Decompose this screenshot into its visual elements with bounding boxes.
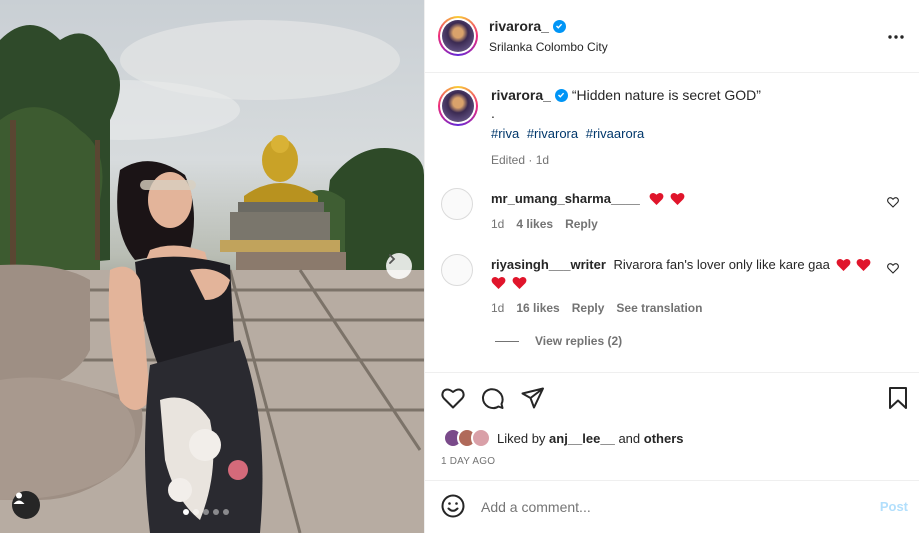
carousel-dot bbox=[183, 509, 189, 515]
more-options-button[interactable] bbox=[887, 28, 905, 43]
verified-icon bbox=[554, 88, 568, 102]
smiley-icon bbox=[441, 494, 465, 517]
red-heart-emoji bbox=[491, 276, 506, 289]
emoji-picker-button[interactable] bbox=[441, 494, 465, 521]
commenter-avatar[interactable] bbox=[441, 188, 473, 220]
post-photo bbox=[0, 20, 424, 533]
author-username[interactable]: rivarora_ bbox=[489, 18, 566, 34]
comment-time[interactable]: 1d bbox=[491, 217, 504, 231]
share-button[interactable] bbox=[521, 387, 545, 414]
like-button[interactable] bbox=[441, 387, 465, 414]
comment-likes[interactable]: 4 likes bbox=[516, 217, 553, 231]
likes-and-label: and bbox=[614, 430, 644, 446]
red-heart-emoji bbox=[512, 276, 527, 289]
comment-item: riyasingh___writer Rivarora fan's lover … bbox=[441, 254, 911, 315]
post-caption: rivarora_ “Hidden nature is secret GOD” … bbox=[438, 86, 891, 167]
next-slide-button[interactable] bbox=[386, 253, 412, 279]
carousel-dot bbox=[213, 509, 219, 515]
caption-hashtags: #riva #rivarora #rivaarora bbox=[491, 126, 891, 141]
view-replies-button[interactable]: View replies (2) bbox=[495, 334, 622, 348]
see-translation-button[interactable]: See translation bbox=[616, 301, 702, 315]
like-comment-button[interactable] bbox=[887, 262, 899, 277]
post-header: rivarora_ Srilanka Colombo City bbox=[425, 0, 919, 73]
liked-by-user-link[interactable]: anj__lee__ bbox=[549, 431, 615, 446]
liker-avatar[interactable] bbox=[471, 428, 491, 448]
likes-summary: Liked by anj__lee__ and others bbox=[443, 428, 683, 448]
comment-likes[interactable]: 16 likes bbox=[516, 301, 559, 315]
like-comment-button[interactable] bbox=[887, 196, 899, 211]
hashtag-link[interactable]: #riva bbox=[491, 126, 519, 141]
caption-text: “Hidden nature is secret GOD” bbox=[571, 87, 761, 103]
liked-by-label: Liked by bbox=[497, 430, 550, 446]
commenter-username[interactable]: riyasingh___writer bbox=[491, 257, 606, 272]
author-avatar[interactable] bbox=[438, 16, 478, 56]
edited-timestamp: Edited · 1d bbox=[491, 153, 550, 167]
tagged-users-button[interactable] bbox=[12, 491, 40, 519]
hashtag-link[interactable]: #rivarora bbox=[527, 126, 578, 141]
post-actions: Liked by anj__lee__ and others 1 DAY AGO bbox=[425, 372, 919, 480]
caption-dot: . bbox=[491, 105, 495, 121]
red-heart-emoji bbox=[670, 192, 685, 205]
caption-username-text[interactable]: rivarora_ bbox=[491, 86, 551, 104]
hashtag-link[interactable]: #rivaarora bbox=[586, 126, 645, 141]
chevron-right-icon bbox=[389, 254, 396, 264]
reply-button[interactable]: Reply bbox=[565, 217, 598, 231]
comment-button[interactable] bbox=[481, 387, 505, 414]
liked-by-others-link[interactable]: others bbox=[644, 431, 684, 446]
save-button[interactable] bbox=[888, 387, 908, 412]
reply-button[interactable]: Reply bbox=[572, 301, 605, 315]
caption-avatar[interactable] bbox=[438, 86, 478, 126]
post-comment-button[interactable]: Post bbox=[880, 499, 908, 514]
carousel-dot bbox=[203, 509, 209, 515]
comment-text: Rivarora fan's lover only like kare gaa bbox=[613, 257, 830, 272]
red-heart-emoji bbox=[856, 258, 871, 271]
heart-outline-icon bbox=[887, 263, 899, 274]
comment-input[interactable] bbox=[481, 499, 919, 515]
send-icon bbox=[521, 387, 544, 409]
commenter-avatar[interactable] bbox=[441, 254, 473, 286]
carousel-dot bbox=[223, 509, 229, 515]
verified-icon bbox=[552, 19, 566, 33]
commenter-username[interactable]: mr_umang_sharma____ bbox=[491, 191, 640, 206]
user-icon bbox=[13, 492, 25, 504]
post-detail-panel: rivarora_ Srilanka Colombo City rivarora… bbox=[424, 0, 919, 533]
heart-icon bbox=[441, 388, 465, 409]
red-heart-emoji bbox=[650, 192, 664, 205]
add-comment-bar: Post bbox=[425, 480, 919, 533]
post-media[interactable] bbox=[0, 0, 424, 533]
comment-time[interactable]: 1d bbox=[491, 301, 504, 315]
red-heart-emoji bbox=[836, 258, 850, 271]
post-time[interactable]: 1 DAY AGO bbox=[441, 456, 495, 467]
author-username-text[interactable]: rivarora_ bbox=[489, 18, 549, 34]
bookmark-icon bbox=[889, 387, 907, 409]
replies-divider bbox=[495, 340, 519, 342]
carousel-dot bbox=[193, 509, 199, 515]
view-replies-label[interactable]: View replies (2) bbox=[535, 334, 622, 348]
post-location[interactable]: Srilanka Colombo City bbox=[489, 40, 608, 54]
carousel-indicator bbox=[183, 509, 229, 515]
heart-outline-icon bbox=[887, 197, 899, 208]
more-horizontal-icon bbox=[888, 35, 904, 39]
caption-username[interactable]: rivarora_ bbox=[491, 86, 568, 104]
comment-item: mr_umang_sharma____ 1d 4 likes Reply bbox=[441, 188, 911, 231]
comment-bubble-icon bbox=[481, 388, 504, 410]
